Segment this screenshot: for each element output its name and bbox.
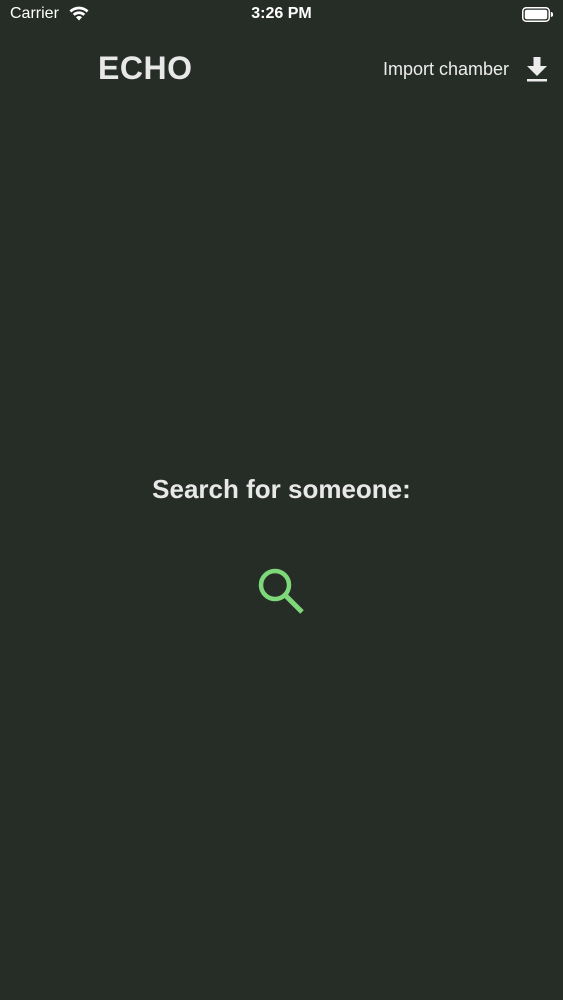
search-button[interactable] [255, 566, 307, 618]
status-time: 3:26 PM [251, 5, 312, 22]
header-bar: ECHO Import chamber [0, 40, 563, 98]
download-icon [527, 57, 547, 82]
import-chamber-button[interactable]: Import chamber [383, 54, 549, 84]
search-prompt: Search for someone: [152, 474, 411, 504]
status-bar: Carrier 3:26 PM [0, 0, 563, 30]
app-title: ECHO [98, 50, 193, 86]
app-screen: Carrier 3:26 PM ECHO Import chamber Sear… [0, 0, 563, 1000]
battery-icon [522, 7, 553, 22]
search-icon [258, 568, 304, 614]
import-chamber-label: Import chamber [382, 58, 509, 79]
